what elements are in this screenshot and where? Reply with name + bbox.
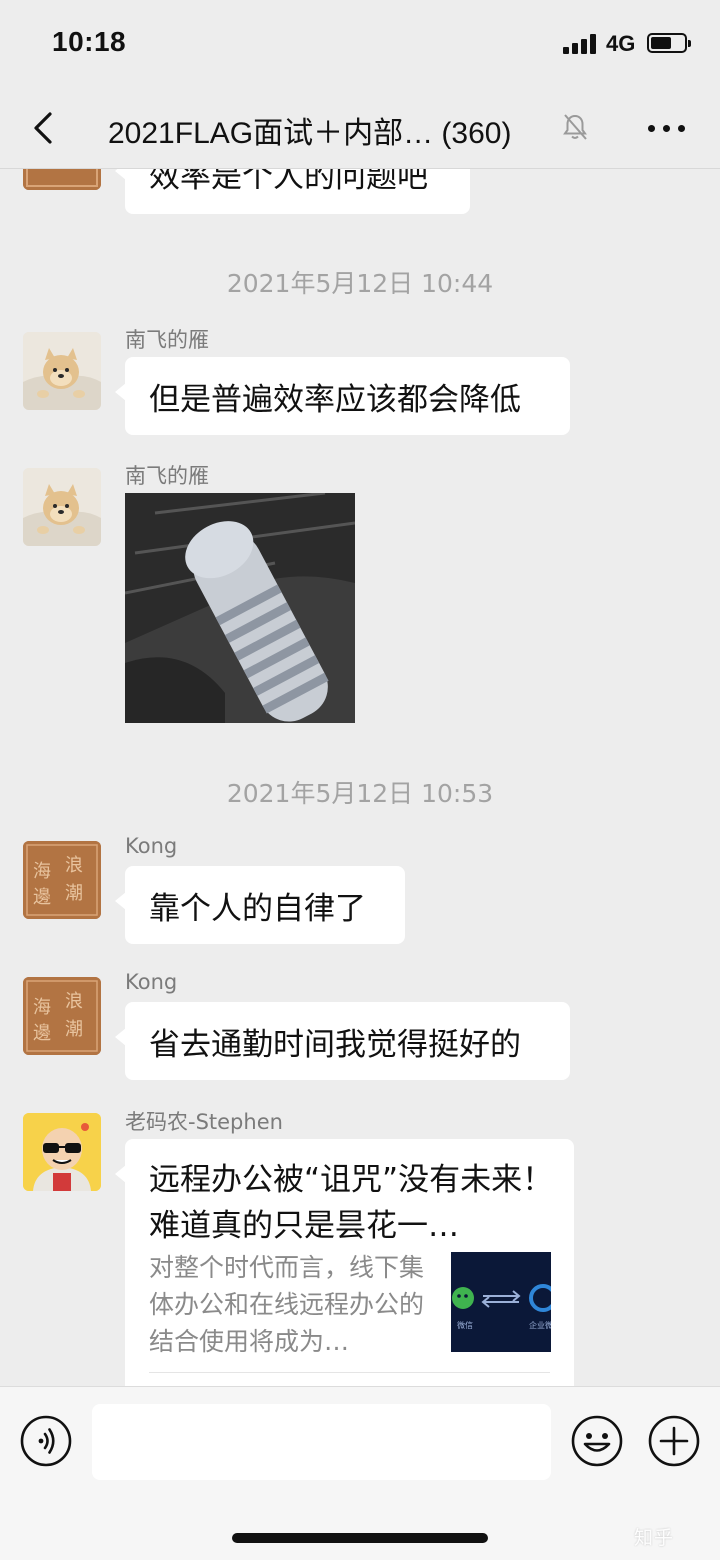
message-text: 但是普遍效率应该都会降低 <box>149 381 521 418</box>
message-bubble[interactable]: 省去通勤时间我觉得挺好的 <box>115 1002 570 1080</box>
status-time: 10:18 <box>52 26 127 57</box>
avatar[interactable]: 海 邊 浪 潮 <box>23 841 101 919</box>
svg-text:邊: 邊 <box>33 1023 51 1044</box>
message-bubble[interactable]: 效率是个人的问题吧 <box>115 168 470 214</box>
svg-text:潮: 潮 <box>65 1019 83 1040</box>
svg-text:浪: 浪 <box>65 991 83 1012</box>
svg-text:潮: 潮 <box>65 883 83 904</box>
message-timestamp: 2021年5月12日 10:53 <box>226 779 494 808</box>
svg-text:海: 海 <box>33 861 51 882</box>
avatar[interactable]: 海 邊 浪 潮 <box>23 977 101 1055</box>
message-timestamp: 2021年5月12日 10:44 <box>226 269 494 298</box>
link-card-title: 远程办公被“诅咒”没有未来！难道真的只是昙花一… <box>149 1162 554 1244</box>
thumb-right-label: 企业微 <box>529 1320 551 1330</box>
emoji-button[interactable] <box>571 1415 623 1467</box>
more-functions-button[interactable] <box>648 1415 700 1467</box>
smiley-icon <box>571 1415 623 1467</box>
message-text: 靠个人的自律了 <box>149 890 366 927</box>
message-text: 效率是个人的问题吧 <box>149 168 428 195</box>
chat-header: 2021FLAG面试＋内部… (360) <box>0 88 720 169</box>
link-card[interactable]: 远程办公被“诅咒”没有未来！难道真的只是昙花一… 对整个时代而言，线下集体办公和… <box>115 1139 574 1386</box>
mute-bell-icon <box>562 112 588 142</box>
sender-name: 南飞的雁 <box>125 464 209 488</box>
avatar[interactable] <box>23 1113 101 1191</box>
input-bar <box>0 1386 720 1560</box>
avatar[interactable] <box>23 468 101 546</box>
svg-text:海: 海 <box>33 997 51 1018</box>
link-card-thumbnail: 微信 企业微 <box>451 1252 551 1352</box>
message-bubble[interactable]: 但是普遍效率应该都会降低 <box>115 357 570 435</box>
message-input[interactable] <box>92 1404 551 1480</box>
chevron-left-icon <box>34 112 52 144</box>
back-button[interactable] <box>26 108 66 148</box>
status-bar: 10:18 4G <box>0 0 720 88</box>
voice-icon <box>20 1415 72 1467</box>
thumb-left-label: 微信 <box>457 1320 473 1330</box>
sender-name: 南飞的雁 <box>125 328 209 352</box>
message-text: 省去通勤时间我觉得挺好的 <box>149 1026 521 1063</box>
message-image[interactable] <box>125 493 355 723</box>
svg-text:邊: 邊 <box>33 887 51 908</box>
link-card-description: 对整个时代而言，线下集体办公和在线远程办公的结合使用将成为… <box>149 1253 425 1356</box>
chat-title: 2021FLAG面试＋内部… (360) <box>108 117 512 150</box>
divider <box>149 1372 550 1373</box>
network-type: 4G <box>606 31 636 56</box>
plus-icon <box>648 1415 700 1467</box>
battery-icon <box>647 33 691 53</box>
signal-icon <box>563 34 599 54</box>
message-bubble[interactable]: 靠个人的自律了 <box>115 866 405 944</box>
voice-input-button[interactable] <box>20 1415 72 1467</box>
sender-name: Kong <box>125 834 178 858</box>
sender-name: Kong <box>125 970 178 994</box>
avatar[interactable] <box>23 332 101 410</box>
watermark: 知乎 <box>634 1527 675 1549</box>
more-options-button[interactable] <box>644 110 688 146</box>
sender-name: 老码农-Stephen <box>125 1110 283 1134</box>
svg-text:浪: 浪 <box>65 855 83 876</box>
chat-messages[interactable]: 效率是个人的问题吧 2021年5月12日 10:44 南飞的雁 但是普遍效率应该… <box>0 168 720 1386</box>
home-indicator[interactable] <box>232 1533 488 1543</box>
avatar[interactable] <box>23 168 101 190</box>
